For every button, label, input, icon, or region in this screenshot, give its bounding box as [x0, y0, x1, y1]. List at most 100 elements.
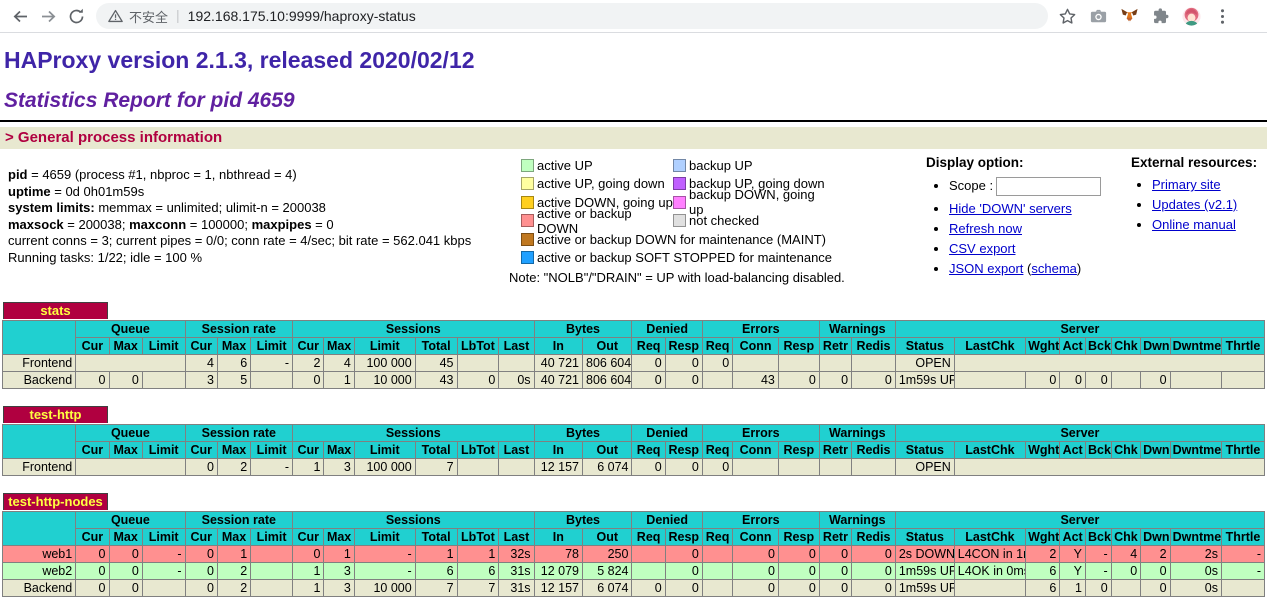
legend-item: not checked — [673, 213, 825, 228]
table-cell: 0 — [632, 355, 665, 372]
proxy-name-link-stats[interactable]: stats — [3, 302, 108, 319]
table-cell: 5 — [217, 372, 250, 389]
table-cell: 1 — [293, 459, 324, 476]
external-resource-link-0[interactable]: Primary site — [1152, 177, 1221, 192]
column-header-wght: Wght — [1026, 529, 1060, 546]
column-group-bytes: Bytes — [534, 321, 632, 338]
row-name: web1 — [3, 546, 76, 563]
table-cell: 0 — [819, 580, 851, 597]
column-header-max: Max — [217, 529, 250, 546]
column-header-out: Out — [583, 529, 632, 546]
external-resource-link-1[interactable]: Updates (v2.1) — [1152, 197, 1237, 212]
process-info-section: pid = 4659 (process #1, nbproc = 1, nbth… — [0, 153, 1267, 285]
column-header-limit: Limit — [251, 442, 293, 459]
legend-item: backup UP — [673, 158, 825, 173]
column-header-bck: Bck — [1086, 442, 1112, 459]
column-group-warnings: Warnings — [819, 321, 895, 338]
external-resource-item: Primary site — [1152, 177, 1267, 192]
table-cell: 2s — [1170, 546, 1221, 563]
column-header-thrtle: Thrtle — [1221, 529, 1264, 546]
column-header-lbtot: LbTot — [457, 529, 499, 546]
process-info-value: = 4659 (process #1, nbproc = 1, nbthread… — [28, 167, 297, 182]
legend-note: Note: "NOLB"/"DRAIN" = UP with load-bala… — [509, 270, 912, 285]
proxy-name-link-test-http-nodes[interactable]: test-http-nodes — [3, 493, 108, 510]
table-cell: 3 — [324, 563, 354, 580]
back-button[interactable] — [6, 2, 34, 30]
camera-extension-icon[interactable] — [1089, 7, 1108, 26]
legend-swatch — [521, 214, 534, 227]
table-cell — [733, 459, 779, 476]
column-group-queue: Queue — [76, 425, 185, 442]
column-header-bck: Bck — [1086, 338, 1112, 355]
table-cell: 1 — [324, 546, 354, 563]
column-group-session-rate: Session rate — [185, 425, 292, 442]
table-subheader-row: CurMaxLimitCurMaxLimitCurMaxLimitTotalLb… — [3, 442, 1265, 459]
bookmark-star-icon[interactable] — [1058, 7, 1077, 26]
browser-menu-icon[interactable] — [1213, 7, 1232, 26]
legend-swatch — [521, 177, 534, 190]
tooltip-value: 0 — [809, 547, 816, 563]
table-cell: 100 000 — [354, 459, 415, 476]
address-bar[interactable]: 不安全 | 192.168.175.10:9999/haproxy-status — [96, 3, 1048, 29]
external-resource-link-2[interactable]: Online manual — [1152, 217, 1236, 232]
table-subheader-row: CurMaxLimitCurMaxLimitCurMaxLimitTotalLb… — [3, 338, 1265, 355]
column-group-server: Server — [895, 321, 1264, 338]
table-cell: 0 — [778, 546, 819, 563]
page-title[interactable]: HAProxy version 2.1.3, released 2020/02/… — [4, 47, 1267, 74]
table-cell: 2 — [1026, 546, 1060, 563]
table-cell: Y — [1060, 546, 1086, 563]
metamask-fox-icon[interactable] — [1120, 7, 1139, 26]
table-cell: 0 — [852, 580, 896, 597]
table-cell: 0 — [819, 372, 851, 389]
table-cell: 4 — [324, 355, 354, 372]
column-header-lastchk: LastChk — [954, 442, 1025, 459]
table-cell: 0 — [852, 372, 896, 389]
forward-button[interactable] — [34, 2, 62, 30]
table-cell — [251, 580, 293, 597]
table-cell — [457, 355, 499, 372]
schema-link[interactable]: schema — [1031, 261, 1077, 276]
reload-icon — [67, 7, 86, 26]
extensions-puzzle-icon[interactable] — [1151, 7, 1170, 26]
table-cell: - — [142, 563, 185, 580]
column-header-limit: Limit — [142, 338, 185, 355]
column-header-cur: Cur — [293, 442, 324, 459]
table-cell: - — [1086, 563, 1112, 580]
omnibox-separator: | — [176, 7, 180, 23]
table-cell: 0 — [185, 459, 217, 476]
json-export-link[interactable]: JSON export — [949, 261, 1023, 276]
column-group-session-rate: Session rate — [185, 321, 292, 338]
display-option-link-2[interactable]: CSV export — [949, 241, 1015, 256]
display-option-link-1[interactable]: Refresh now — [949, 221, 1022, 236]
display-option-link-0[interactable]: Hide 'DOWN' servers — [949, 201, 1072, 216]
column-header-cur: Cur — [76, 338, 109, 355]
table-cell: 0 — [632, 580, 665, 597]
table-cell: 6 — [457, 563, 499, 580]
profile-avatar[interactable] — [1182, 7, 1201, 26]
table-row-frontend: Frontend02-13100 000712 1576 074000OPEN — [3, 459, 1265, 476]
browser-toolbar: 不安全 | 192.168.175.10:9999/haproxy-status — [0, 0, 1267, 33]
process-info-line: pid = 4659 (process #1, nbproc = 1, nbth… — [8, 167, 509, 184]
column-header-thrtle: Thrtle — [1221, 338, 1264, 355]
tooltip-value: 6 — [240, 356, 247, 372]
column-header-cur: Cur — [185, 529, 217, 546]
column-header-limit: Limit — [354, 529, 415, 546]
display-option-heading: Display option: — [912, 153, 1117, 170]
row-name: Backend — [3, 580, 76, 597]
tooltip-value: 4 — [207, 356, 214, 372]
column-header-limit: Limit — [251, 529, 293, 546]
table-cell: 3 — [324, 580, 354, 597]
legend-swatch — [521, 233, 534, 246]
column-header-limit: Limit — [251, 338, 293, 355]
reload-button[interactable] — [62, 2, 90, 30]
process-info-key: uptime — [8, 184, 51, 199]
table-corner-cell — [3, 425, 76, 459]
table-cell: - — [142, 546, 185, 563]
column-header-limit: Limit — [142, 529, 185, 546]
column-group-errors: Errors — [702, 321, 819, 338]
scope-input[interactable] — [996, 177, 1101, 196]
table-cell: 12 079 — [534, 563, 582, 580]
proxy-name-link-test-http[interactable]: test-http — [3, 406, 108, 423]
tooltip-value: 1 — [447, 547, 454, 563]
table-cell: 0 — [1026, 372, 1060, 389]
